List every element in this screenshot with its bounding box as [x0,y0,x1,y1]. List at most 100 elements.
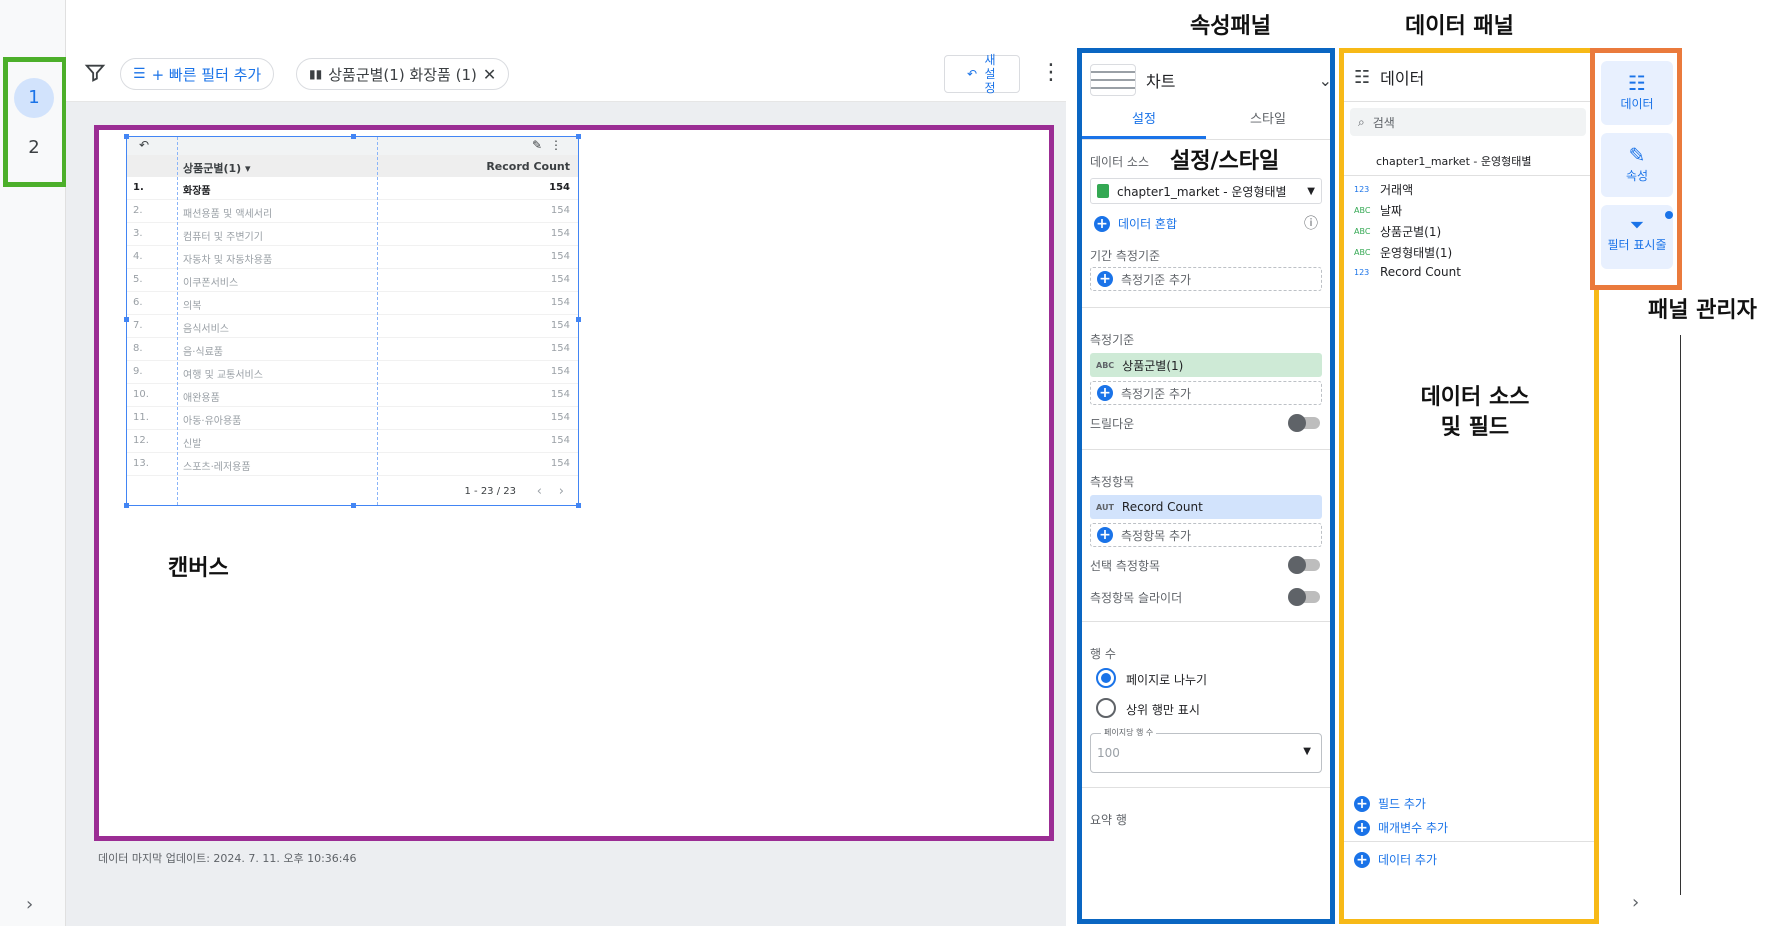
table-row[interactable]: 10. 애완용품 154 [127,384,578,407]
paginate-radio[interactable] [1096,668,1116,688]
chevron-right-icon[interactable]: › [559,484,564,499]
top-rows-label: 상위 행만 표시 [1126,703,1200,717]
column-header-category[interactable]: 상품군별(1) ▾ [183,160,251,176]
data-field-item[interactable]: ABC 상품군별(1) [1354,223,1441,240]
optional-metric-toggle[interactable] [1288,556,1320,574]
metric-slider-toggle[interactable] [1288,588,1320,606]
field-search-input[interactable]: ⌕ 검색 [1350,108,1586,136]
data-field-item[interactable]: 123 거래액 [1354,181,1413,198]
page-1-button[interactable]: 1 [14,78,54,118]
summary-row-title: 요약 행 [1090,813,1127,827]
table-row[interactable]: 7. 음식서비스 154 [127,315,578,338]
refresh-button[interactable]: ↶ 새설정 [944,53,1020,95]
undo-icon[interactable]: ↶ [139,138,149,152]
row-value: 154 [550,412,570,423]
resize-handle[interactable] [351,134,356,139]
data-source-fields-annotation: 데이터 소스 및 필드 [1400,383,1550,443]
tab-style[interactable]: 스타일 [1206,105,1330,139]
add-parameter-button[interactable]: + 매개변수 추가 [1354,819,1448,836]
table-icon: ☷ [1628,71,1646,95]
tab-style-label: 스타일 [1250,112,1286,127]
close-icon[interactable]: ✕ [483,65,496,84]
table-row[interactable]: 5. 이쿠폰서비스 154 [127,269,578,292]
data-panel-title: 데이터 [1380,69,1425,88]
add-date-dimension-button[interactable]: + 측정기준 추가 [1090,267,1322,291]
table-row[interactable]: 8. 음·식료품 154 [127,338,578,361]
panel-props-button[interactable]: ✎ 속성 [1601,133,1673,197]
resize-handle[interactable] [576,134,581,139]
dimension-field-chip[interactable]: ABC 상품군별(1) [1090,353,1322,377]
pencil-icon[interactable]: ✎ [532,138,542,152]
table-row[interactable]: 12. 신발 154 [127,430,578,453]
rows-per-page-input[interactable]: 페이지당 행 수 100 ▼ [1090,727,1322,773]
row-number: 1. [133,182,144,193]
panel-filter-button[interactable]: ⏷ 필터 표시줄 [1601,205,1673,269]
pagination-text: 1 - 23 / 23 [464,486,516,497]
row-number: 11. [133,412,149,423]
help-icon[interactable]: ⓘ [1304,213,1318,233]
add-dimension-button[interactable]: + 측정기준 추가 [1090,381,1322,405]
add-field-button[interactable]: + 필드 추가 [1354,795,1426,812]
metric-field-label: Record Count [1121,500,1203,514]
data-field-item[interactable]: ABC 날짜 [1354,202,1402,219]
panel-data-button[interactable]: ☷ 데이터 [1601,61,1673,125]
row-category: 애완용품 [183,393,220,404]
drilldown-toggle[interactable] [1288,414,1320,432]
top-rows-radio[interactable] [1096,698,1116,718]
row-value: 154 [550,228,570,239]
active-filter-chip[interactable]: ▮▮ 상품군별(1) 화장품 (1) ✕ [296,58,510,90]
last-updated-text: 데이터 마지막 업데이트: 2024. 7. 11. 오후 10:36:46 [98,852,357,865]
resize-handle[interactable] [124,503,129,508]
add-circle-icon: + [1097,385,1113,401]
row-value: 154 [550,458,570,469]
data-field-item[interactable]: ABC 운영형태별(1) [1354,244,1452,261]
add-field-label: 필드 추가 [1378,797,1426,811]
data-source-select[interactable]: chapter1_market - 운영형태별 ▼ [1090,178,1322,204]
resize-handle[interactable] [124,317,129,322]
add-circle-icon: + [1097,527,1113,543]
add-metric-button[interactable]: + 측정항목 추가 [1090,523,1322,547]
table-row[interactable]: 9. 여행 및 교통서비스 154 [127,361,578,384]
filter-icon[interactable] [84,62,106,84]
table-row[interactable]: 13. 스포츠·레저용품 154 [127,453,578,476]
table-row[interactable]: 11. 아동·유아용품 154 [127,407,578,430]
chevron-right-icon[interactable]: › [26,894,33,915]
rows-per-page-value: 100 [1097,746,1120,760]
data-field-item[interactable]: 123 Record Count [1354,265,1461,279]
tab-setup-label: 설정 [1132,112,1156,127]
table-row[interactable]: 6. 의복 154 [127,292,578,315]
row-number: 2. [133,205,143,216]
resize-handle[interactable] [351,503,356,508]
tab-setup[interactable]: 설정 [1082,105,1206,139]
chevron-right-icon[interactable]: › [1632,892,1639,913]
table-row[interactable]: 2. 패션용품 및 액세서리 154 [127,200,578,223]
resize-handle[interactable] [576,317,581,322]
chart-type-selector[interactable]: 차트 ⌄ [1090,61,1330,99]
resize-handle[interactable] [124,134,129,139]
dimension-field-label: 상품군별(1) [1122,358,1184,373]
column-header-record-count[interactable]: Record Count [486,160,570,173]
date-dimension-title: 기간 측정기준 [1090,249,1161,263]
table-footer: 1 - 23 / 23 ‹ › [127,479,578,505]
add-data-button[interactable]: + 데이터 추가 [1354,851,1437,868]
table-chart[interactable]: ↶ ✎ ⋮ 상품군별(1) ▾ Record Count 1. 화장품 154 2. 패… [124,134,581,508]
page-2-button[interactable]: 2 [14,128,54,168]
data-panel: ☷ 데이터 ⌕ 검색 chapter1_market - 운영형태별 123 거래… [1339,48,1599,924]
resize-handle[interactable] [576,503,581,508]
add-parameter-label: 매개변수 추가 [1378,821,1449,835]
metric-field-chip[interactable]: AUT Record Count [1090,495,1322,519]
row-number: 8. [133,343,143,354]
search-icon: ⌕ [1358,114,1365,129]
more-vert-icon[interactable]: ⋮ [550,138,562,152]
chevron-left-icon[interactable]: ‹ [537,484,542,499]
row-value: 154 [550,251,570,262]
table-row[interactable]: 1. 화장품 154 [127,177,578,200]
more-vert-icon[interactable]: ⋮ [1040,60,1062,85]
divider [1344,101,1594,102]
table-row[interactable]: 4. 자동차 및 자동차용품 154 [127,246,578,269]
table-row[interactable]: 3. 컴퓨터 및 주변기기 154 [127,223,578,246]
bar-chart-icon: ▮▮ [309,67,323,81]
add-quick-filter-button[interactable]: ☰ + 빠른 필터 추가 [120,58,275,90]
blend-data-button[interactable]: + 데이터 혼합 [1094,215,1177,232]
data-source-name[interactable]: chapter1_market - 운영형태별 [1376,153,1531,169]
